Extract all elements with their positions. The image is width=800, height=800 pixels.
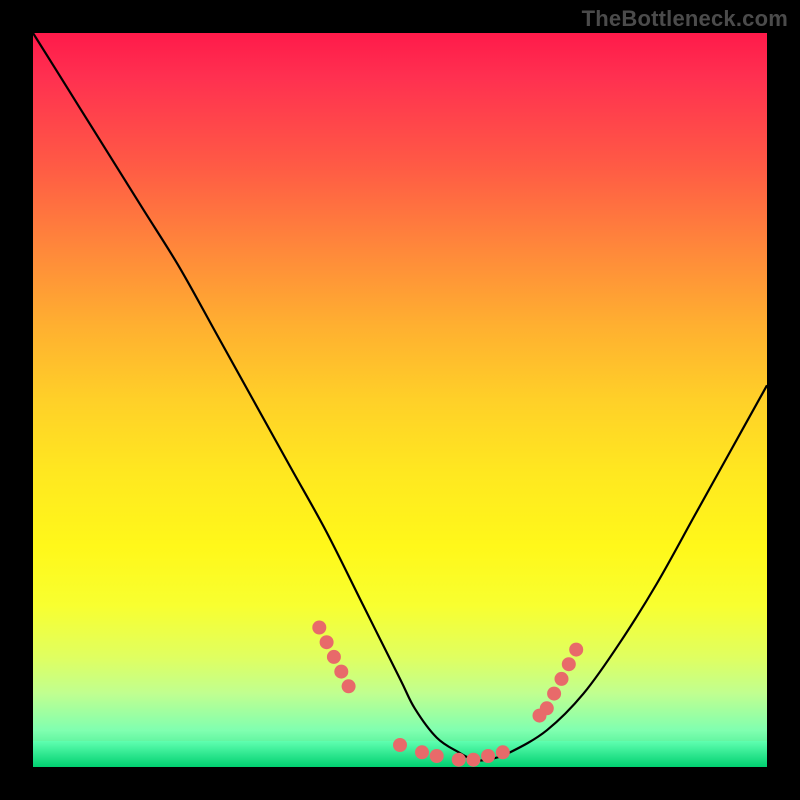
- highlight-dot: [393, 738, 407, 752]
- watermark-text: TheBottleneck.com: [582, 6, 788, 32]
- curve-layer: [33, 33, 767, 767]
- highlight-dot: [569, 643, 583, 657]
- highlight-dot: [547, 687, 561, 701]
- highlight-dot: [466, 753, 480, 767]
- highlight-dot: [496, 745, 510, 759]
- highlight-dot: [320, 635, 334, 649]
- highlight-dot: [452, 753, 466, 767]
- highlight-dot: [327, 650, 341, 664]
- highlight-dot: [430, 749, 444, 763]
- highlight-dot: [334, 665, 348, 679]
- highlight-dot: [540, 701, 554, 715]
- highlight-dot: [562, 657, 576, 671]
- plot-area: [33, 33, 767, 767]
- bottleneck-curve: [33, 33, 767, 761]
- chart-container: TheBottleneck.com: [0, 0, 800, 800]
- highlight-dot: [555, 672, 569, 686]
- highlight-dot: [342, 679, 356, 693]
- highlight-dot: [312, 621, 326, 635]
- highlight-dot: [481, 749, 495, 763]
- highlight-dot: [415, 745, 429, 759]
